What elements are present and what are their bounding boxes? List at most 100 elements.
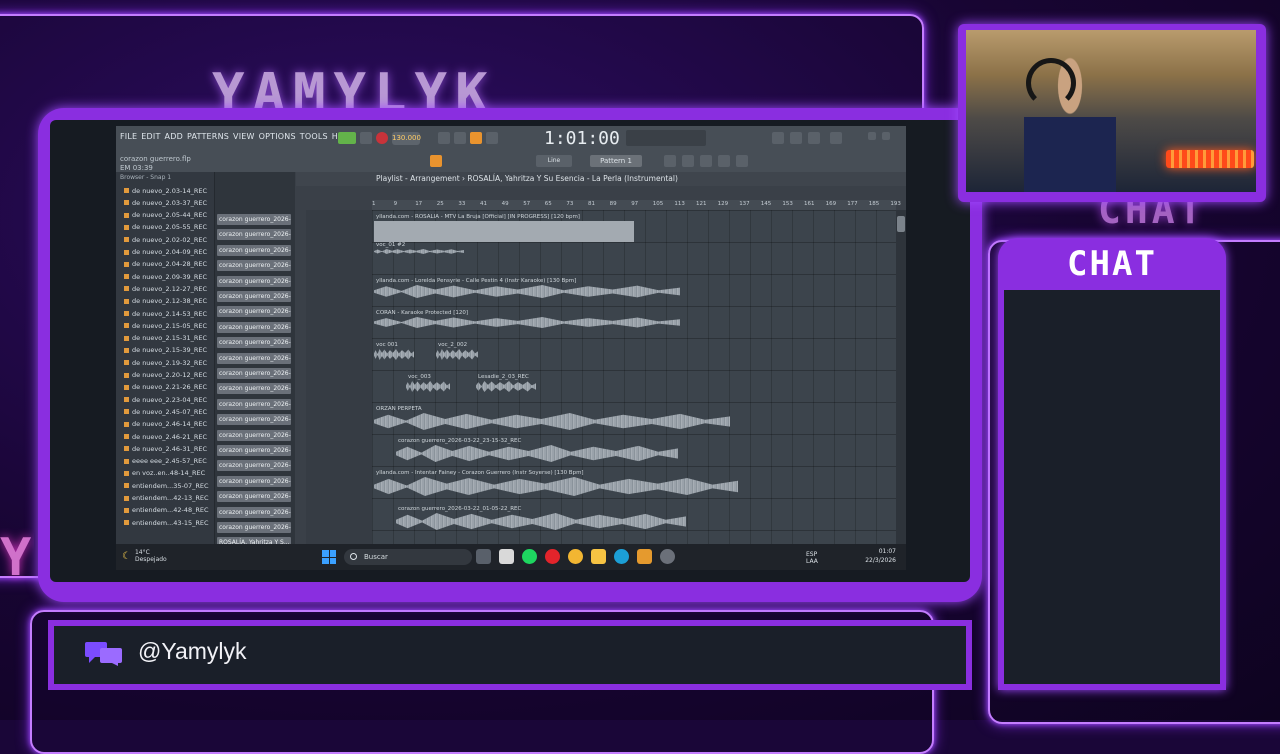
wait-input-button[interactable] [454,132,466,144]
browser-item[interactable]: entiendem...35-07_REC [124,481,209,490]
audio-clip[interactable]: voc 001 [374,342,414,362]
playlist-view-button[interactable] [664,155,676,167]
help-button[interactable] [830,132,842,144]
channel-item[interactable]: corazon guerrero_2026- [217,368,291,379]
browser-item[interactable]: de nuevo_2.21-26_REC [124,383,207,392]
menu-item-file[interactable]: FILE [120,132,137,141]
play-button[interactable] [338,132,356,144]
channel-item[interactable]: corazon guerrero_2026- [217,429,291,441]
browser-item[interactable]: de nuevo_2.04-09_REC [124,248,207,257]
browser-item[interactable]: de nuevo_2.05-55_REC [124,223,207,232]
channel-item[interactable]: corazon guerrero_2026- [217,337,291,349]
audio-clip[interactable]: voc_2_002 [436,342,478,362]
channel-rack-view-button[interactable] [700,155,712,167]
browser-item[interactable]: de nuevo_2.09-39_REC [124,272,207,281]
browser-item[interactable]: de nuevo_2.45-07_REC [124,407,207,416]
browser-item[interactable]: de nuevo_2.02-02_REC [124,235,207,244]
channel-item[interactable]: corazon guerrero_2026- [217,321,291,333]
taskbar-search-box[interactable]: Buscar [344,549,472,565]
browser-item[interactable]: entiendem...42-48_REC [124,506,209,515]
channel-item[interactable]: corazon guerrero_2026- [217,383,291,395]
stop-button[interactable] [360,132,372,144]
system-clock[interactable]: 01:07 22/3/2026 [865,547,896,565]
browser-item[interactable]: de nuevo_2.15-05_REC [124,321,207,330]
fl-studio-icon[interactable] [637,549,652,564]
browser-item[interactable]: de nuevo_2.15-31_REC [124,334,207,343]
channel-item[interactable]: corazon guerrero_2026- [217,244,291,256]
spotify-icon[interactable] [522,549,537,564]
channel-item[interactable]: corazon guerrero_2026- [217,291,291,302]
browser-item[interactable]: de nuevo_2.46-14_REC [124,420,207,429]
snap-selector[interactable]: Line [536,155,572,167]
browser-view-button[interactable] [736,155,748,167]
toolbar-tool-3[interactable] [808,132,820,144]
audio-clip[interactable]: corazon guerrero_2026-03-22_01-05-22_REC [396,506,686,532]
channel-item[interactable]: corazon guerrero_2026- [217,460,291,472]
audio-clip[interactable]: voc_003 [406,374,450,394]
browser-item[interactable]: entiendem...42-13_REC [124,494,209,503]
channel-item[interactable]: corazon guerrero_2026- [217,260,291,272]
browser-item[interactable]: de nuevo_2.03-37_REC [124,198,207,207]
audio-clip[interactable]: yllanda.com - ROSALÍA - MTV La Bruja [Of… [374,214,634,244]
browser-item[interactable]: de nuevo_2.46-31_REC [124,444,207,453]
browser-item[interactable]: de nuevo_2.46-21_REC [124,432,207,441]
menu-item-view[interactable]: VIEW [233,132,255,141]
record-button[interactable] [376,132,388,144]
window-close-button[interactable] [882,132,890,140]
channel-item[interactable]: corazon guerrero_2026- [217,522,291,533]
piano-roll-view-button[interactable] [682,155,694,167]
browser-item[interactable]: de nuevo_2.19-32_REC [124,358,207,367]
channel-item[interactable]: corazon guerrero_2026- [217,506,291,518]
channel-item[interactable]: corazon guerrero_2026- [217,352,291,364]
menu-item-options[interactable]: OPTIONS [259,132,296,141]
file-explorer-icon[interactable] [591,549,606,564]
playlist-grid[interactable]: yllanda.com - ROSALÍA - MTV La Bruja [Of… [372,210,896,544]
channel-item[interactable]: corazon guerrero_2026- [217,491,291,503]
toolbar-tool-2[interactable] [790,132,802,144]
app-icon-2[interactable] [660,549,675,564]
audio-clip[interactable]: yllanda.com - Lorelda Pensyrie - Calle P… [374,278,680,300]
playlist-scrollbar[interactable] [896,210,906,544]
browser-item[interactable]: en voz..en..48-14_REC [124,469,205,478]
weather-widget[interactable]: ☾ 14°C Despejado [122,549,167,563]
browser-item[interactable]: de nuevo_2.23-04_REC [124,395,207,404]
channel-item[interactable]: corazon guerrero_2026- [217,229,291,241]
audio-clip[interactable]: ORZAN PERPETA [374,406,730,432]
channel-item[interactable]: corazon guerrero_2026- [217,475,291,487]
browser-item[interactable]: entiendem...43-15_REC [124,518,209,527]
audio-clip[interactable]: CORAN - Karaoke Protected [120] [374,310,680,330]
mixer-view-button[interactable] [718,155,730,167]
chrome-icon[interactable] [568,549,583,564]
channel-item[interactable]: corazon guerrero_2026- [217,275,291,287]
browser-item[interactable]: de nuevo_2.04-28_REC [124,260,207,269]
scrollbar-thumb[interactable] [897,216,905,232]
task-view-icon[interactable] [476,549,491,564]
channel-item[interactable]: corazon guerrero_2026- [217,398,291,410]
tempo-display[interactable]: 130.000 [392,132,421,145]
audio-clip[interactable]: voc_01 #2 [374,242,464,256]
audio-clip[interactable]: corazon guerrero_2026-03-22_23-15-32_REC [396,438,678,464]
window-minimize-button[interactable] [868,132,876,140]
metronome-button[interactable] [438,132,450,144]
edge-icon[interactable] [614,549,629,564]
browser-item[interactable]: de nuevo_2.15-39_REC [124,346,207,355]
menu-item-edit[interactable]: EDIT [141,132,160,141]
browser-item[interactable]: de nuevo_2.03-14_REC [124,186,207,195]
app-icon-1[interactable] [499,549,514,564]
channel-item[interactable]: corazon guerrero_2026- [217,214,291,225]
snap-mode-button[interactable] [430,155,442,167]
browser-item[interactable]: de nuevo_2.12-38_REC [124,297,207,306]
countdown-button[interactable] [470,132,482,144]
menu-item-patterns[interactable]: PATTERNS [187,132,229,141]
language-indicator[interactable]: ESP LAA [806,551,818,565]
browser-item[interactable]: de nuevo_2.20-12_REC [124,371,207,380]
pattern-selector[interactable]: Pattern 1 [590,155,642,167]
channel-item[interactable]: corazon guerrero_2026- [217,414,291,426]
channel-item[interactable]: corazon guerrero_2026- [217,445,291,456]
menu-item-add[interactable]: ADD [165,132,183,141]
browser-item[interactable]: de nuevo_2.12-27_REC [124,284,207,293]
loop-record-button[interactable] [486,132,498,144]
browser-item[interactable]: de nuevo_2.05-44_REC [124,211,207,220]
audio-clip[interactable]: yllanda.com - Intentar Fainey - Corazon … [374,470,738,498]
audio-clip[interactable]: Lesadie_2_03_REC [476,374,536,394]
